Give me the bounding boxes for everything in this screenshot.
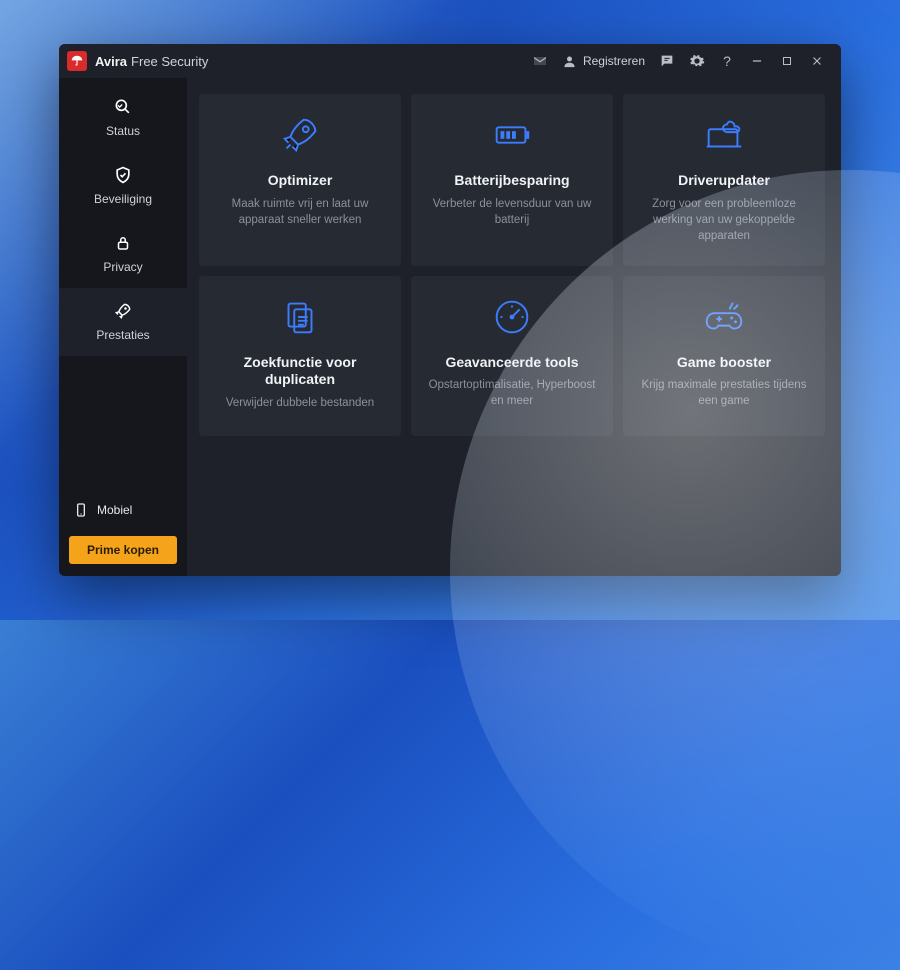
rocket-icon <box>277 112 323 158</box>
prime-buy-button[interactable]: Prime kopen <box>69 536 177 564</box>
titlebar: Avira Free Security Registreren ? <box>59 44 841 78</box>
card-driver-updater[interactable]: Driverupdater Zorg voor een probleemloze… <box>623 94 825 266</box>
register-label: Registreren <box>583 54 645 68</box>
nav-label: Prestaties <box>96 328 149 342</box>
minimize-button[interactable] <box>743 47 771 75</box>
laptop-cloud-icon <box>701 112 747 158</box>
user-icon <box>562 54 577 69</box>
shield-icon <box>112 164 134 186</box>
account-button[interactable]: Registreren <box>556 47 651 75</box>
umbrella-icon <box>70 54 84 68</box>
lock-icon <box>112 232 134 254</box>
nav-label: Status <box>106 124 140 138</box>
product-name: Free Security <box>131 54 208 69</box>
feedback-icon <box>659 53 675 69</box>
card-description: Verwijder dubbele bestanden <box>226 395 374 411</box>
minimize-icon <box>750 54 764 68</box>
card-description: Opstartoptimalisatie, Hyperboost en meer <box>427 377 597 409</box>
battery-icon <box>489 112 535 158</box>
rocket-icon <box>112 300 134 322</box>
card-battery[interactable]: Batterijbesparing Verbeter de levensduur… <box>411 94 613 266</box>
card-advanced-tools[interactable]: Geavanceerde tools Opstartoptimalisatie,… <box>411 276 613 436</box>
mail-button[interactable] <box>526 47 554 75</box>
card-description: Krijg maximale prestaties tijdens een ga… <box>639 377 809 409</box>
prime-label: Prime kopen <box>87 543 159 557</box>
close-icon <box>810 54 824 68</box>
card-title: Driverupdater <box>678 172 770 190</box>
mobile-icon <box>73 502 89 518</box>
nav-item-performance[interactable]: Prestaties <box>59 288 187 356</box>
card-optimizer[interactable]: Optimizer Maak ruimte vrij en laat uw ap… <box>199 94 401 266</box>
gamepad-icon <box>701 294 747 340</box>
nav-item-security[interactable]: Beveiliging <box>59 152 187 220</box>
brand-logo <box>67 51 87 71</box>
card-title: Game booster <box>677 354 771 372</box>
nav: Status Beveiliging Privacy <box>59 78 187 356</box>
card-title: Geavanceerde tools <box>445 354 578 372</box>
nav-item-mobile[interactable]: Mobiel <box>59 492 187 528</box>
card-description: Zorg voor een probleemloze werking van u… <box>639 196 809 244</box>
nav-item-privacy[interactable]: Privacy <box>59 220 187 288</box>
main-content: Optimizer Maak ruimte vrij en laat uw ap… <box>187 78 841 576</box>
nav-label: Beveiliging <box>94 192 152 206</box>
window-body: Status Beveiliging Privacy <box>59 78 841 576</box>
help-button[interactable]: ? <box>713 47 741 75</box>
titlebar-actions: Registreren ? <box>526 47 831 75</box>
mail-icon <box>532 53 548 69</box>
maximize-button[interactable] <box>773 47 801 75</box>
card-title: Batterijbesparing <box>454 172 569 190</box>
card-duplicate-finder[interactable]: Zoekfunctie voor duplicaten Verwijder du… <box>199 276 401 436</box>
card-game-booster[interactable]: Game booster Krijg maximale prestaties t… <box>623 276 825 436</box>
nav-label: Privacy <box>103 260 142 274</box>
card-title: Zoekfunctie voor duplicaten <box>215 354 385 389</box>
maximize-icon <box>781 55 793 67</box>
gear-icon <box>689 53 705 69</box>
nav-item-status[interactable]: Status <box>59 84 187 152</box>
settings-button[interactable] <box>683 47 711 75</box>
help-icon: ? <box>723 53 731 69</box>
status-icon <box>112 96 134 118</box>
card-grid: Optimizer Maak ruimte vrij en laat uw ap… <box>199 94 825 436</box>
close-button[interactable] <box>803 47 831 75</box>
gauge-icon <box>489 294 535 340</box>
mobile-label: Mobiel <box>97 503 132 517</box>
sidebar: Status Beveiliging Privacy <box>59 78 187 576</box>
brand-name: Avira <box>95 54 127 69</box>
documents-icon <box>277 294 323 340</box>
card-title: Optimizer <box>268 172 333 190</box>
feedback-button[interactable] <box>653 47 681 75</box>
app-window: Avira Free Security Registreren ? <box>59 44 841 576</box>
card-description: Verbeter de levensduur van uw batterij <box>427 196 597 228</box>
card-description: Maak ruimte vrij en laat uw apparaat sne… <box>215 196 385 228</box>
